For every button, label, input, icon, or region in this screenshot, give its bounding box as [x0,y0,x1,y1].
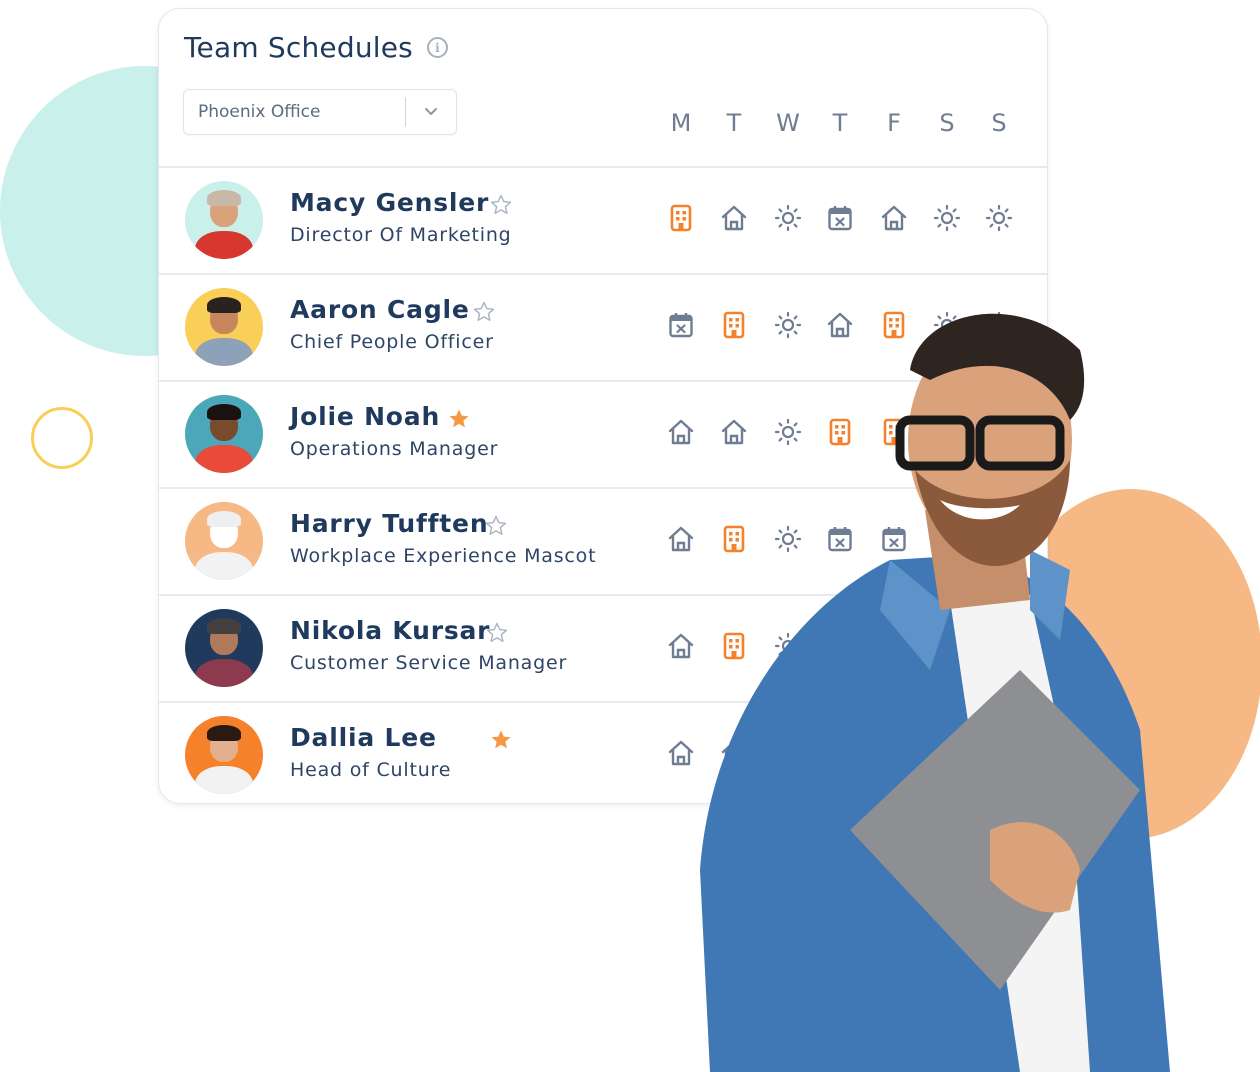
star-filled-icon[interactable] [489,728,513,752]
page-title: Team Schedules i [184,31,448,64]
home-icon[interactable] [880,204,908,232]
avatar-body [195,338,253,366]
member-role: Customer Service Manager [290,652,568,674]
member-name: Aaron Cagle [290,295,470,324]
member-role: Chief People Officer [290,331,494,353]
avatar [185,502,263,580]
sun-icon[interactable] [774,204,802,232]
info-icon[interactable]: i [426,37,448,58]
weekday-label: M [670,109,692,137]
weekday-label: F [887,109,901,137]
avatar [185,181,263,259]
weekday-header: MTWTFSS [159,109,1047,143]
weekday-label: W [776,109,800,137]
member-name: Dallia Lee [290,723,437,752]
member-name: Nikola Kursar [290,616,491,645]
member-name: Jolie Noah [290,402,441,431]
star-outline-icon[interactable] [484,514,508,538]
card-header: Team Schedules i Phoenix Office MTWTFSS [159,9,1047,168]
member-name: Macy Gensler [290,188,490,217]
avatar-hair [207,725,241,741]
member-role: Head of Culture [290,759,452,781]
avatar [185,395,263,473]
title-text: Team Schedules [184,31,413,64]
weekday-label: S [939,109,955,137]
avatar-body [195,231,253,259]
member-row[interactable]: Macy Gensler Director Of Marketing [159,168,1047,275]
avatar-body [195,659,253,687]
star-outline-icon[interactable] [485,621,509,645]
star-outline-icon[interactable] [489,193,513,217]
member-role: Operations Manager [290,438,499,460]
sun-icon[interactable] [933,204,961,232]
member-role: Workplace Experience Mascot [290,545,597,567]
avatar [185,716,263,794]
member-role: Director Of Marketing [290,224,512,246]
sun-icon[interactable] [985,204,1013,232]
weekday-label: T [726,109,742,137]
avatar-hair [207,511,241,527]
weekday-label: S [991,109,1007,137]
avatar-hair [207,297,241,313]
decor-yellow-ring [31,407,93,469]
star-filled-icon[interactable] [447,407,471,431]
avatar-body [195,552,253,580]
avatar [185,288,263,366]
building-icon[interactable] [667,204,695,232]
avatar-body [195,766,253,794]
avatar-hair [207,404,241,420]
home-icon[interactable] [720,204,748,232]
man-with-laptop-photo [700,313,1170,1072]
star-outline-icon[interactable] [472,300,496,324]
avatar [185,609,263,687]
calendar-x-icon[interactable] [826,204,854,232]
avatar-hair [207,618,241,634]
avatar-hair [207,190,241,206]
weekday-label: T [832,109,848,137]
avatar-body [195,445,253,473]
member-name: Harry Tufften [290,509,489,538]
